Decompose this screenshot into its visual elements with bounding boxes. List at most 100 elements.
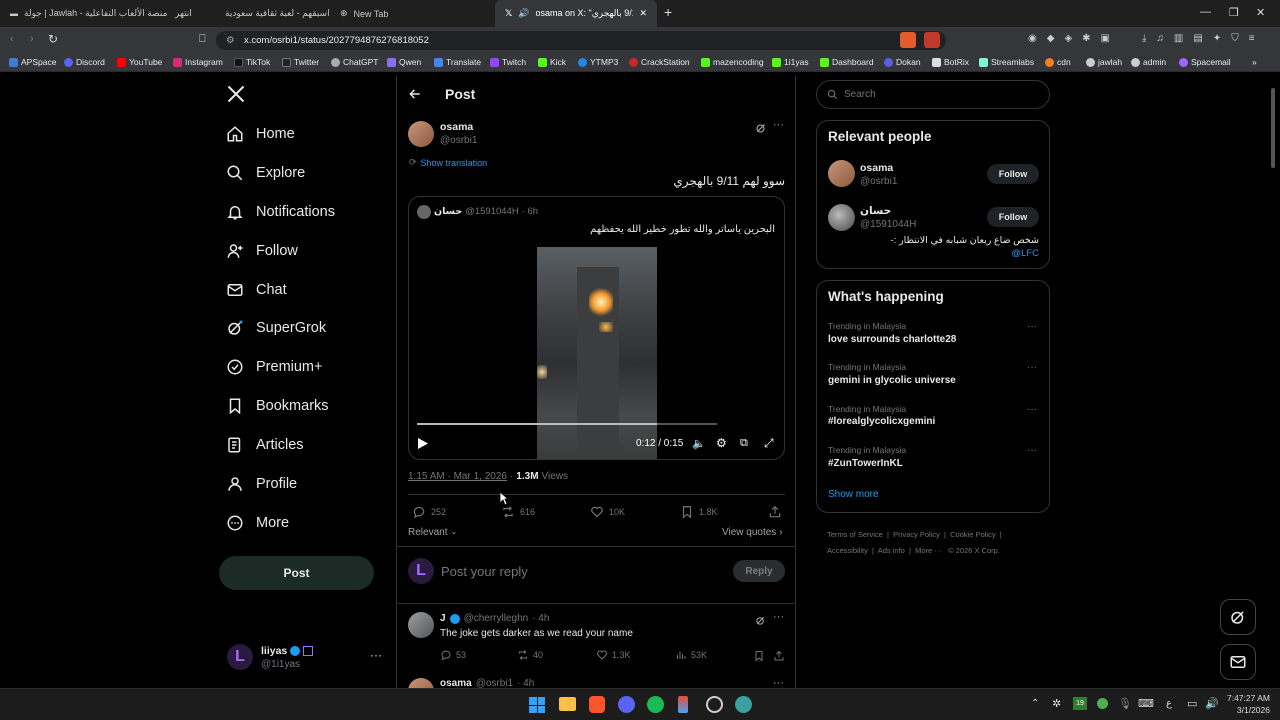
avatar[interactable] <box>408 612 434 638</box>
bookmark-item[interactable]: CrackStation <box>629 57 690 67</box>
bookmark-item[interactable]: APSpace <box>9 57 56 67</box>
nav-premium[interactable]: Premium+ <box>226 352 322 382</box>
back-icon[interactable]: ‹ <box>10 33 14 45</box>
nav-chat[interactable]: Chat <box>226 275 287 305</box>
nav-articles[interactable]: Articles <box>226 430 304 460</box>
avatar[interactable] <box>828 160 855 187</box>
tab-asbaqhum[interactable]: اسبقهم - لعبة ثقافية سعودية <box>215 0 330 27</box>
scrollbar-thumb[interactable] <box>1271 88 1275 168</box>
like-button[interactable]: 10K <box>590 505 625 519</box>
author-name[interactable]: osama <box>440 121 473 133</box>
reply-button[interactable]: Reply <box>733 560 785 582</box>
network-icon[interactable]: ▭ <box>1187 697 1197 710</box>
compose-post-button[interactable]: Post <box>219 556 374 590</box>
trend-more-icon[interactable]: ··· <box>1027 445 1037 456</box>
x-logo-icon[interactable] <box>226 84 246 109</box>
bookmark-item[interactable]: YTMP3 <box>578 57 618 67</box>
sort-replies-dropdown[interactable]: Relevant ⌄ <box>408 527 457 538</box>
trend-more-icon[interactable]: ··· <box>1027 321 1037 332</box>
reload-icon[interactable]: ↻ <box>48 32 58 46</box>
media-icon[interactable]: ♫ <box>1156 33 1164 44</box>
account-switcher[interactable]: L liiyas @1i1yas ··· <box>222 640 392 680</box>
bookmark-item[interactable]: admin <box>1131 57 1166 67</box>
brave-shield-icon[interactable] <box>900 32 916 48</box>
grok-floating-button[interactable] <box>1220 599 1256 635</box>
timestamp-link[interactable]: 1:15 AM · Mar 1, 2026 <box>408 471 507 482</box>
bio-link[interactable]: @LFC <box>1011 248 1039 259</box>
bookmark-item[interactable]: Discord <box>64 57 105 67</box>
start-icon[interactable] <box>529 697 545 713</box>
reply-like-button[interactable]: 1.3K <box>596 649 631 661</box>
volume-icon[interactable]: 🔈 <box>692 437 706 450</box>
extension-icon-2[interactable]: ◆ <box>1047 33 1055 44</box>
bookmark-item[interactable]: mazencoding <box>701 57 764 67</box>
show-more-link[interactable]: Show more <box>828 489 879 500</box>
bookmark-item[interactable]: Dokan <box>884 57 921 67</box>
more-options-icon[interactable]: ··· <box>773 119 784 131</box>
url-input[interactable]: ⚙ x.com/osrbi1/status/202779487627681805… <box>216 31 946 50</box>
footer-link[interactable]: More ··· <box>915 546 942 555</box>
reply-views[interactable]: 53K <box>675 649 707 661</box>
footer-link[interactable]: Ads info <box>878 546 905 555</box>
settings-gear-icon[interactable]: ⚙ <box>716 436 727 450</box>
avatar[interactable] <box>408 121 434 147</box>
bookmark-item[interactable]: 1i1yas <box>772 57 809 67</box>
follow-button[interactable]: Follow <box>987 207 1039 227</box>
page-scrollbar[interactable] <box>1270 78 1276 686</box>
bookmark-item[interactable]: Kick <box>538 57 566 67</box>
menu-icon[interactable]: ≡ <box>1249 33 1255 44</box>
nav-more[interactable]: More <box>226 508 289 538</box>
search-input[interactable]: Search <box>816 80 1050 109</box>
bookmark-item[interactable]: Qwen <box>387 57 421 67</box>
tray-icon[interactable]: ✲ <box>1052 697 1061 710</box>
app-icon[interactable] <box>678 696 688 713</box>
tab-new-tab[interactable]: ⊕ New Tab <box>330 0 490 27</box>
footer-link[interactable]: Privacy Policy <box>893 530 940 539</box>
nav-explore[interactable]: Explore <box>226 158 305 188</box>
chevron-up-icon[interactable]: ⌃ <box>1031 698 1039 709</box>
discord-icon[interactable] <box>618 696 635 713</box>
extension-icon-1[interactable]: ◉ <box>1028 33 1037 44</box>
grok-explain-icon[interactable] <box>755 121 767 139</box>
grok-explain-icon[interactable] <box>755 613 766 631</box>
author-handle[interactable]: @osrbi1 <box>440 135 477 146</box>
bookmark-item[interactable]: BotRix <box>932 57 969 67</box>
bookmark-item[interactable]: cdn <box>1045 57 1071 67</box>
tab-jawlah[interactable]: ▬ جولة | Jawlah - منصة الألعاب التفاعلية <box>0 0 167 27</box>
bookmark-item[interactable]: Translate <box>434 57 481 67</box>
tray-badge[interactable]: 19 <box>1073 697 1087 710</box>
footer-link[interactable]: Cookie Policy <box>950 530 995 539</box>
trend-more-icon[interactable]: ··· <box>1027 404 1037 415</box>
wallet-icon[interactable]: ▤ <box>1193 33 1202 44</box>
extension-icon-3[interactable]: ◈ <box>1064 33 1072 44</box>
clock[interactable]: 7:47:27 AM 3/1/2026 <box>1222 692 1270 716</box>
nav-supergrok[interactable]: SuperGrok <box>226 313 326 343</box>
picture-in-picture-icon[interactable]: ⧉ <box>740 437 748 450</box>
fullscreen-icon[interactable]: ⤢ <box>764 436 774 451</box>
maximize-button[interactable]: ❐ <box>1229 6 1239 19</box>
bookmark-item[interactable]: Spacemail <box>1179 57 1231 67</box>
reply-reply-button[interactable]: 53 <box>440 649 466 661</box>
sidebar-icon[interactable]: ▥ <box>1174 33 1183 44</box>
puzzle-icon[interactable]: ✱ <box>1082 33 1090 44</box>
leo-icon[interactable]: ✦ <box>1213 33 1221 44</box>
site-info-icon[interactable]: ⚙ <box>226 31 235 50</box>
microphone-icon[interactable]: 🎙 <box>1118 697 1132 710</box>
footer-link[interactable]: Accessibility <box>827 546 868 555</box>
bookmark-button[interactable]: 1.8K <box>680 505 718 519</box>
tab-antahar[interactable]: انتهر <box>165 0 215 27</box>
back-arrow-icon[interactable] <box>408 87 422 106</box>
close-tab-icon[interactable]: ✕ <box>639 8 647 19</box>
bookmarks-overflow-icon[interactable]: » <box>1252 57 1257 67</box>
bookmark-item[interactable]: jawlah <box>1086 57 1122 67</box>
video-progress-track[interactable] <box>417 423 717 425</box>
brave-icon[interactable] <box>589 696 605 713</box>
bookmark-item[interactable]: Streamlabs <box>979 57 1034 67</box>
bookmark-item[interactable]: Dashboard <box>820 57 874 67</box>
nav-follow[interactable]: Follow <box>226 236 298 266</box>
more-options-icon[interactable]: ··· <box>773 611 784 623</box>
bookmark-item[interactable]: ChatGPT <box>331 57 378 67</box>
video-player[interactable] <box>537 247 657 459</box>
tab-active-post[interactable]: 𝕏 🔊 osama on X: "سوو لهم 9/11 بالهجري" ✕ <box>495 0 657 27</box>
volume-icon[interactable]: 🔊 <box>1205 697 1219 710</box>
